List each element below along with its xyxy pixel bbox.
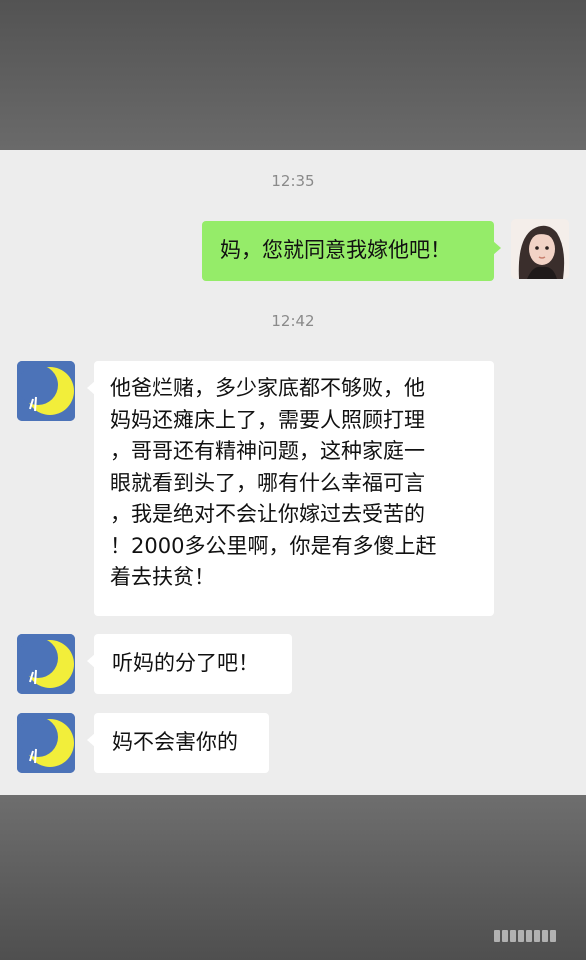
message-line: ！2000多公里啊，你是有多傻上赶 — [110, 533, 437, 558]
message-line: ，我是绝对不会让你嫁过去受苦的 — [110, 502, 425, 526]
timestamp: 12:42 — [271, 312, 315, 330]
crescent-moon-icon — [17, 361, 75, 421]
watermark — [494, 930, 556, 942]
sent-message-bubble[interactable]: 妈，您就同意我嫁他吧！ — [202, 221, 501, 281]
message-line: 他爸烂赌，多少家底都不够败，他 — [110, 376, 425, 400]
timestamp: 12:35 — [271, 172, 315, 190]
mom-avatar[interactable] — [17, 634, 75, 694]
user-avatar[interactable] — [511, 219, 569, 279]
mom-avatar[interactable] — [17, 713, 75, 773]
message-line: 着去扶贫！ — [110, 565, 215, 589]
girl-photo-avatar — [511, 219, 569, 279]
message-text: 听妈的分了吧！ — [112, 651, 259, 675]
message-line: ，哥哥还有精神问题，这种家庭一 — [110, 439, 425, 463]
received-message-bubble[interactable]: 妈不会害你的 — [87, 713, 269, 773]
message-line: 眼就看到头了，哪有什么幸福可言 — [110, 470, 425, 495]
mom-avatar[interactable] — [17, 361, 75, 421]
received-message-bubble[interactable]: 他爸烂赌，多少家底都不够败，他 妈妈还瘫床上了，需要人照顾打理 ，哥哥还有精神问… — [87, 361, 494, 616]
crescent-moon-icon — [17, 713, 75, 773]
received-message-bubble[interactable]: 听妈的分了吧！ — [87, 634, 292, 694]
message-text: 妈，您就同意我嫁他吧！ — [220, 238, 451, 262]
crescent-moon-icon — [17, 634, 75, 694]
top-frame — [0, 0, 586, 150]
message-text: 妈不会害你的 — [112, 730, 238, 754]
message-line: 妈妈还瘫床上了，需要人照顾打理 — [110, 407, 425, 432]
